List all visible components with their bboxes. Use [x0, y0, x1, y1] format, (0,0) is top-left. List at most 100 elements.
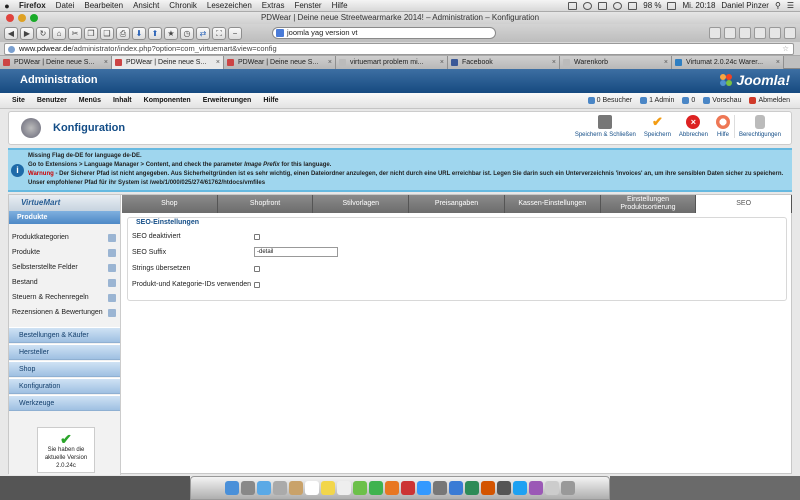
seo-strings-checkbox[interactable]	[254, 266, 260, 272]
skype-icon[interactable]	[513, 481, 527, 495]
browser-tab-active[interactable]: PDWear | Deine neue S... ×	[112, 56, 224, 69]
menu-site[interactable]: Site	[12, 97, 25, 104]
fullscreen-button[interactable]: ⛶	[212, 26, 226, 40]
menu-komponenten[interactable]: Komponenten	[144, 97, 191, 104]
status-logout[interactable]: Abmelden	[749, 97, 790, 104]
menu-app-firefox[interactable]: Firefox	[14, 1, 51, 10]
seo-suffix-input[interactable]: -detail	[254, 247, 338, 257]
sidebar-item-rezensionen[interactable]: Rezensionen & Bewertungen	[9, 305, 120, 320]
tab-preisangaben[interactable]: Preisangaben	[409, 195, 505, 213]
help-button[interactable]: Hilfe	[712, 115, 734, 138]
back-button[interactable]: ◀	[4, 26, 18, 40]
sidebar-item-steuern[interactable]: Steuern & Rechenregeln	[9, 290, 120, 305]
menu-erweiterungen[interactable]: Erweiterungen	[203, 97, 252, 104]
bookmark-star-icon[interactable]: ☆	[782, 44, 789, 54]
tab-seo[interactable]: SEO	[696, 195, 793, 213]
contacts-icon[interactable]	[289, 481, 303, 495]
menu-datei[interactable]: Datei	[51, 1, 80, 10]
zoom-out-button[interactable]: −	[228, 26, 242, 40]
upload-button[interactable]: ⬆	[148, 26, 162, 40]
system-preferences-icon[interactable]	[433, 481, 447, 495]
status-visitors[interactable]: 0 Besucher	[587, 97, 632, 104]
browser-tab[interactable]: PDWear | Deine neue S... ×	[224, 56, 336, 69]
browser-tab[interactable]: Virtumat 2.0.24c Warer... ×	[672, 56, 784, 69]
battery-icon[interactable]	[667, 1, 677, 10]
reminders-icon[interactable]	[337, 481, 351, 495]
browser-tab[interactable]: Warenkorb ×	[560, 56, 672, 69]
home-button[interactable]: ⌂	[52, 26, 66, 40]
sidebar-section-bestellungen[interactable]: Bestellungen & Käufer	[9, 327, 120, 343]
sidebar-item-felder[interactable]: Selbsterstellte Felder	[9, 260, 120, 275]
browser-tab[interactable]: Facebook ×	[448, 56, 560, 69]
battery-percent[interactable]: 98 %	[643, 1, 661, 10]
print-button[interactable]: ⎙	[116, 26, 130, 40]
browser-tab[interactable]: virtuemart problem mi... ×	[336, 56, 448, 69]
close-tab-icon[interactable]: ×	[104, 56, 108, 69]
messages-app-icon[interactable]	[353, 481, 367, 495]
calendar-icon[interactable]	[305, 481, 319, 495]
apple-menu-icon[interactable]: ●	[0, 1, 14, 11]
finder-icon[interactable]	[225, 481, 239, 495]
dropbox-icon[interactable]	[568, 1, 578, 10]
menubar-user[interactable]: Daniel Pinzer	[721, 1, 769, 10]
close-tab-icon[interactable]: ×	[664, 56, 668, 69]
tab-produktsortierung[interactable]: Einstellungen Produktsortierung	[600, 195, 697, 213]
notification-icon[interactable]: ☰	[787, 1, 794, 10]
mail-icon[interactable]	[273, 481, 287, 495]
save-close-button[interactable]: Speichern & Schließen	[571, 115, 640, 138]
launchpad-icon[interactable]	[241, 481, 255, 495]
addon-6-icon[interactable]	[784, 27, 796, 39]
tab-kassen[interactable]: Kassen-Einstellungen	[504, 195, 601, 213]
forward-button[interactable]: ▶	[20, 26, 34, 40]
sidebar-section-produkte[interactable]: Produkte	[9, 211, 120, 224]
volume-icon[interactable]	[628, 1, 638, 10]
app-store-icon[interactable]	[417, 481, 431, 495]
permissions-button[interactable]: Berechtigungen	[733, 115, 785, 138]
download-button[interactable]: ⬇	[132, 26, 146, 40]
terminal-icon[interactable]	[497, 481, 511, 495]
close-tab-icon[interactable]: ×	[328, 56, 332, 69]
menu-menues[interactable]: Menüs	[79, 97, 101, 104]
status-messages[interactable]: 0	[682, 97, 695, 104]
browser-tab[interactable]: PDWear | Deine neue S... ×	[0, 56, 112, 69]
menu-hilfe-joomla[interactable]: Hilfe	[263, 97, 278, 104]
status-preview[interactable]: Vorschau	[703, 97, 741, 104]
menu-benutzer[interactable]: Benutzer	[37, 97, 67, 104]
menu-fenster[interactable]: Fenster	[289, 1, 326, 10]
spotlight-icon[interactable]: ⚲	[775, 1, 781, 10]
powerpoint-icon[interactable]	[481, 481, 495, 495]
status-admins[interactable]: 1 Admin	[640, 97, 674, 104]
firefox-icon[interactable]	[385, 481, 399, 495]
menu-hilfe[interactable]: Hilfe	[327, 1, 353, 10]
copy-button[interactable]: ❐	[84, 26, 98, 40]
notes-icon[interactable]	[321, 481, 335, 495]
sidebar-section-shop[interactable]: Shop	[9, 361, 120, 377]
trash-icon[interactable]	[561, 481, 575, 495]
menu-extras[interactable]: Extras	[257, 1, 290, 10]
sidebar-item-produktkategorien[interactable]: Produktkategorien	[9, 230, 120, 245]
addon-1-icon[interactable]	[709, 27, 721, 39]
history-button[interactable]: ◷	[180, 26, 194, 40]
itunes-icon[interactable]	[401, 481, 415, 495]
close-window-button[interactable]	[6, 14, 14, 22]
bookmarks-button[interactable]: ★	[164, 26, 178, 40]
addon-2-icon[interactable]	[724, 27, 736, 39]
word-icon[interactable]	[449, 481, 463, 495]
menu-chronik[interactable]: Chronik	[164, 1, 202, 10]
addon-5-icon[interactable]	[769, 27, 781, 39]
seo-ids-checkbox[interactable]	[254, 282, 260, 288]
cancel-button[interactable]: × Abbrechen	[675, 115, 712, 138]
addon-4-icon[interactable]	[754, 27, 766, 39]
menu-ansicht[interactable]: Ansicht	[128, 1, 164, 10]
web-search-input[interactable]: joomla yag version vt	[272, 27, 496, 39]
close-tab-icon[interactable]: ×	[216, 56, 220, 69]
close-tab-icon[interactable]: ×	[440, 56, 444, 69]
zoom-window-button[interactable]	[30, 14, 38, 22]
clock-icon[interactable]	[583, 1, 593, 10]
wifi-icon[interactable]	[613, 1, 623, 10]
site-identity-icon[interactable]	[8, 46, 15, 53]
minimize-window-button[interactable]	[18, 14, 26, 22]
tab-shop[interactable]: Shop	[122, 195, 218, 213]
paste-button[interactable]: ❑	[100, 26, 114, 40]
sidebar-section-hersteller[interactable]: Hersteller	[9, 344, 120, 360]
